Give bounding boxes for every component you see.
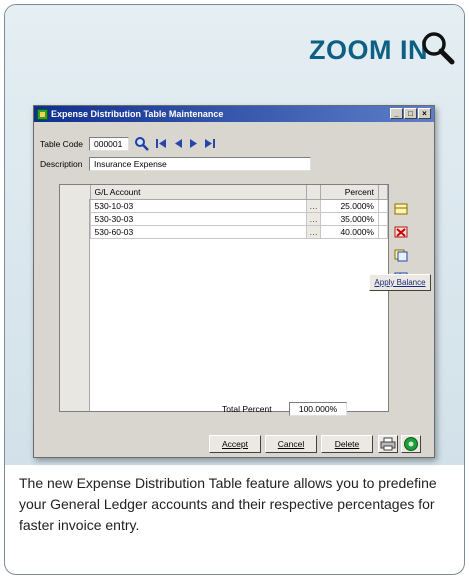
zoom-magnifier-icon: [422, 32, 455, 65]
gl-account-cell[interactable]: 530-10-03: [90, 199, 307, 213]
delete-button-label: Delete: [334, 439, 360, 449]
last-record-icon[interactable]: [204, 138, 216, 149]
gl-account-header[interactable]: G/L Account: [90, 185, 307, 200]
delete-button[interactable]: Delete: [321, 435, 373, 453]
percent-header[interactable]: Percent: [320, 185, 379, 200]
help-icon: [404, 437, 418, 451]
total-percent-label: Total Percent: [222, 404, 272, 414]
previous-record-icon[interactable]: [173, 138, 183, 149]
description-label: Description: [40, 159, 83, 169]
cancel-button-label: Cancel: [277, 439, 305, 449]
help-button[interactable]: [401, 435, 421, 453]
maximize-button[interactable]: □: [404, 108, 417, 119]
lookup-icon[interactable]: [134, 136, 150, 152]
delete-row-icon[interactable]: [394, 225, 408, 239]
feature-caption: The new Expense Distribution Table featu…: [19, 475, 437, 533]
copy-row-icon[interactable]: [394, 248, 408, 262]
first-record-icon[interactable]: [155, 138, 167, 149]
window-titlebar[interactable]: Expense Distribution Table Maintenance _…: [34, 106, 434, 122]
table-row[interactable]: 1 530-10-03 … 25.000%: [60, 199, 388, 213]
close-button[interactable]: ×: [418, 108, 431, 119]
gl-account-cell[interactable]: 530-60-03: [90, 225, 307, 239]
insert-row-icon[interactable]: [394, 202, 408, 216]
table-code-label: Table Code: [40, 139, 84, 149]
app-icon: [37, 108, 48, 120]
apply-balance-button[interactable]: Apply Balance: [369, 274, 431, 291]
total-percent-field: 100.000%: [289, 402, 347, 416]
table-row[interactable]: 3 530-60-03 … 40.000%: [60, 225, 388, 239]
account-lookup-button[interactable]: …: [306, 212, 321, 226]
minimize-button[interactable]: _: [390, 108, 403, 119]
account-lookup-button[interactable]: …: [306, 225, 321, 239]
description-field[interactable]: Insurance Expense: [89, 157, 311, 171]
percent-cell[interactable]: 35.000%: [320, 212, 379, 226]
zoom-in-label: ZOOM IN: [309, 35, 428, 65]
account-lookup-button[interactable]: …: [306, 199, 321, 213]
gl-account-cell[interactable]: 530-30-03: [90, 212, 307, 226]
printer-icon: [380, 437, 396, 451]
expense-distribution-window: Expense Distribution Table Maintenance _…: [33, 105, 435, 458]
percent-cell[interactable]: 40.000%: [320, 225, 379, 239]
cancel-button[interactable]: Cancel: [265, 435, 317, 453]
next-record-icon[interactable]: [189, 138, 199, 149]
feature-card: ZOOM IN Expense Distribution Table Maint…: [4, 4, 465, 575]
percent-cell[interactable]: 25.000%: [320, 199, 379, 213]
print-button[interactable]: [378, 435, 398, 453]
grid-corner: [60, 185, 91, 200]
table-row[interactable]: 2 530-30-03 … 35.000%: [60, 212, 388, 226]
table-code-field[interactable]: 000001: [89, 137, 129, 151]
accept-button-label: Accept: [222, 439, 248, 449]
gl-distribution-grid: G/L Account Percent 1 530-10-03 … 25.000…: [59, 184, 389, 412]
window-title: Expense Distribution Table Maintenance: [51, 109, 224, 119]
accept-button[interactable]: Accept: [209, 435, 261, 453]
